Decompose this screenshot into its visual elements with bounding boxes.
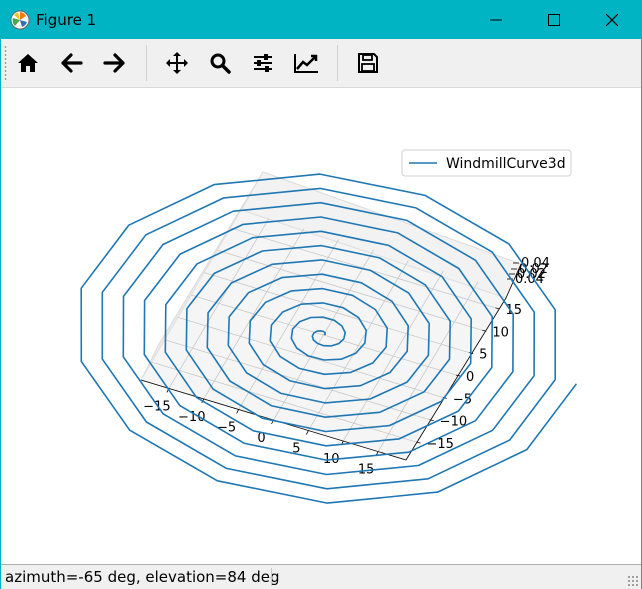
x-tick-label: −15: [143, 399, 170, 414]
edit-axes-button[interactable]: [290, 47, 322, 79]
floppy-disk-icon: [358, 53, 378, 73]
title-bar[interactable]: Figure 1: [1, 1, 641, 39]
back-button[interactable]: [56, 47, 88, 79]
legend-label: WindmillCurve3d: [446, 156, 566, 172]
maximize-button[interactable]: [525, 1, 583, 39]
maximize-icon: [548, 14, 560, 26]
figure-window: Figure 1 −15 −10 −5 0 5 10 15 15 10 5 0 …: [0, 0, 642, 589]
magnifier-icon: [210, 53, 231, 74]
y-tick-label: 0: [466, 370, 474, 385]
resize-grip[interactable]: [627, 575, 639, 587]
3d-axes[interactable]: −15−10−5051015 151050−5−10−15 0.040.020.…: [1, 88, 641, 564]
subplots-button[interactable]: [247, 47, 279, 79]
y-tick-label: 5: [479, 348, 487, 363]
toolbar-separator: [337, 45, 338, 81]
pan-button[interactable]: [161, 47, 193, 79]
home-icon: [18, 54, 38, 72]
window-title: Figure 1: [36, 11, 97, 29]
forward-button[interactable]: [98, 47, 130, 79]
line-chart-icon: [294, 54, 318, 73]
zoom-button[interactable]: [204, 47, 236, 79]
move-icon: [166, 52, 188, 74]
arrow-right-icon: [103, 53, 125, 73]
toolbar-separator: [146, 45, 147, 81]
sliders-icon: [254, 54, 272, 72]
minimize-icon: [490, 19, 502, 21]
status-separator: [271, 568, 272, 586]
toolbar-grip[interactable]: [4, 45, 7, 81]
home-button[interactable]: [12, 47, 44, 79]
y-tick-label: −10: [440, 415, 467, 430]
status-bar: azimuth=-65 deg, elevation=84 deg: [1, 564, 641, 589]
arrow-left-icon: [61, 53, 83, 73]
status-message: azimuth=-65 deg, elevation=84 deg: [5, 568, 280, 586]
minimize-button[interactable]: [467, 1, 525, 39]
figure-canvas[interactable]: −15 −10 −5 0 5 10 15 15 10 5 0 −5 −10 −15 0.04 0.02 0.…: [1, 88, 641, 564]
y-tick-mark: [416, 441, 421, 444]
legend: WindmillCurve3d: [401, 149, 572, 177]
save-button[interactable]: [352, 47, 384, 79]
close-button[interactable]: [583, 1, 641, 39]
x-tick-mark: [236, 409, 239, 414]
close-icon: [606, 14, 618, 26]
navigation-toolbar: [1, 39, 641, 88]
x-tick-mark: [306, 430, 309, 435]
matplotlib-logo-icon: [10, 10, 30, 30]
y-tick-label: 10: [492, 325, 509, 340]
